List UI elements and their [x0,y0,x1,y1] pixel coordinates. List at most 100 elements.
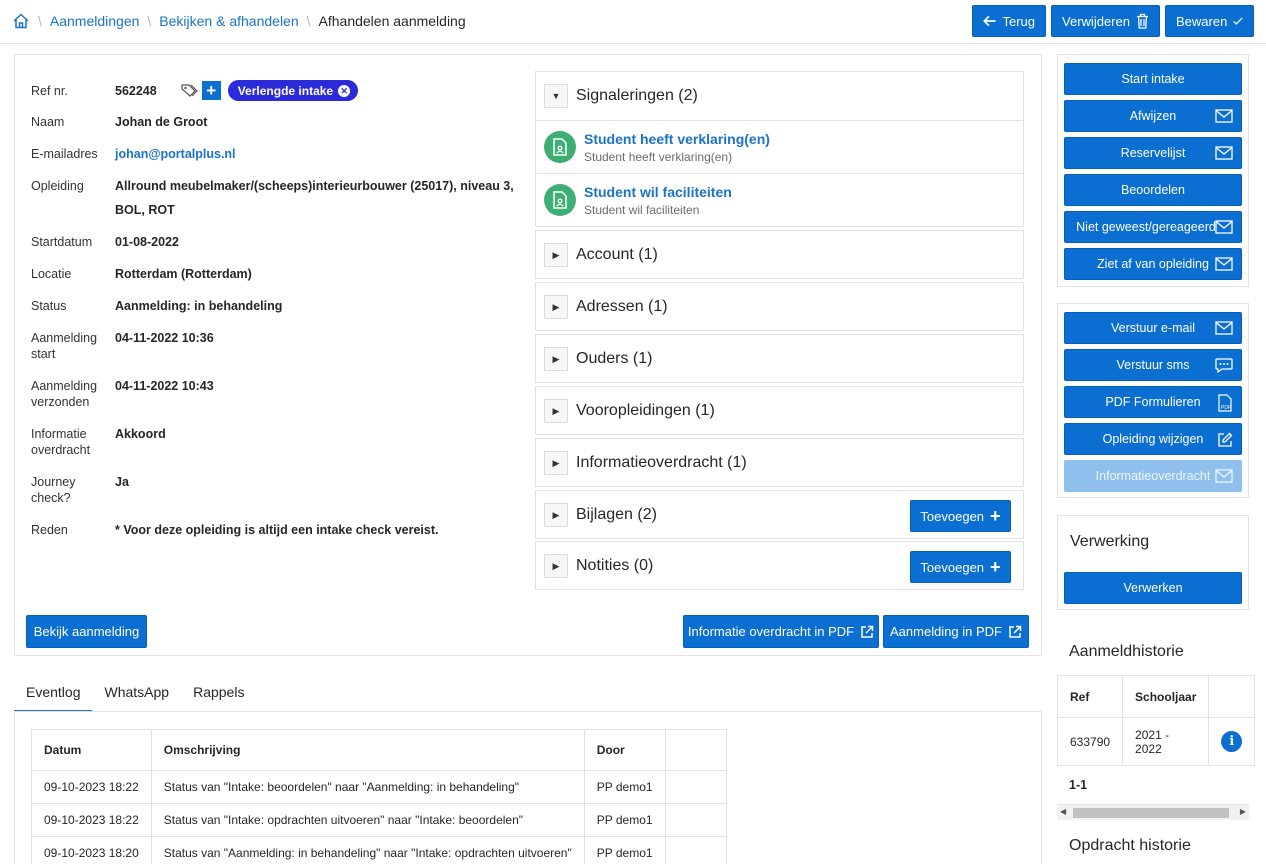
pdf-forms-button[interactable]: PDF Formulieren PDF [1064,386,1242,418]
reserve-list-button[interactable]: Reservelijst [1064,137,1242,169]
tab-eventlog[interactable]: Eventlog [14,676,93,712]
svg-text:PDF: PDF [1221,405,1231,411]
table-row: 09-10-2023 18:20 Status van "Aanmelding:… [31,836,727,864]
caret-right-icon: ▶ [544,399,568,423]
caret-right-icon: ▶ [544,243,568,267]
info-row-naam: Naam Johan de Groot [31,115,208,129]
table-row: 09-10-2023 18:22 Status van "Intake: beo… [31,770,727,804]
info-row-opleiding: Opleiding Allround meubelmaker/(scheeps)… [31,179,514,217]
caret-right-icon: ▶ [544,451,568,475]
check-icon [1233,17,1243,25]
accordion-bijlagen[interactable]: ▶ Bijlagen (2) Toevoegen + [535,490,1024,539]
scroll-right-icon[interactable]: ▶ [1240,807,1246,816]
process-button[interactable]: Verwerken [1064,572,1242,604]
trash-icon [1136,13,1148,29]
accordion-informatieoverdracht[interactable]: ▶ Informatieoverdracht (1) [535,438,1024,487]
view-registration-button[interactable]: Bekijk aanmelding [26,615,147,648]
assess-button[interactable]: Beoordelen [1064,174,1242,206]
signal-link[interactable]: Student heeft verklaring(en) [584,131,770,147]
info-row-status: Status Aanmelding: in behandeling [31,299,283,313]
caret-right-icon: ▶ [544,347,568,371]
pdf-icon: PDF [1218,394,1232,412]
accordion-adressen[interactable]: ▶ Adressen (1) [535,282,1024,331]
tab-whatsapp[interactable]: WhatsApp [92,676,181,712]
scrollbar-thumb[interactable] [1073,808,1229,818]
breadcrumb-aanmeldingen[interactable]: Aanmeldingen [50,13,140,29]
reject-button[interactable]: Afwijzen [1064,100,1242,132]
badge-close-icon[interactable]: ✕ [338,84,351,97]
info-row-reden: Reden * Voor deze opleiding is altijd ee… [31,523,439,537]
info-icon[interactable]: i [1221,731,1243,752]
signal-link[interactable]: Student wil faciliteiten [584,184,732,200]
email-link[interactable]: johan@portalplus.nl [115,146,236,162]
pagination: 1-1 [1069,778,1088,792]
breadcrumb: \ Aanmeldingen \ Bekijken & afhandelen \… [12,12,466,30]
accordion-notities[interactable]: ▶ Notities (0) Toevoegen + [535,541,1024,590]
add-note-button[interactable]: Toevoegen + [910,551,1011,583]
top-bar: \ Aanmeldingen \ Bekijken & afhandelen \… [0,0,1266,44]
chat-icon [1215,358,1233,373]
mail-icon [1215,321,1233,335]
add-attachment-button[interactable]: Toevoegen + [910,500,1011,532]
start-intake-button[interactable]: Start intake [1064,63,1242,95]
send-email-button[interactable]: Verstuur e-mail [1064,312,1242,344]
eventlog-table: Datum Omschrijving Door 09-10-2023 18:22… [31,729,727,864]
processing-title: Verwerking [1070,533,1150,550]
change-study-button[interactable]: Opleiding wijzigen [1064,423,1242,455]
history-table: Ref Schooljaar 633790 2021 -2022 i [1056,675,1256,766]
mail-icon [1215,109,1233,123]
accordion-account[interactable]: ▶ Account (1) [535,230,1024,279]
horizontal-scrollbar[interactable]: ◀ ▶ [1057,804,1249,820]
breadcrumb-bekijken[interactable]: Bekijken & afhandelen [159,13,298,29]
send-sms-button[interactable]: Verstuur sms [1064,349,1242,381]
info-row-journey: Journey check? Ja [31,475,129,505]
history-title: Aanmeldhistorie [1069,643,1184,660]
info-row-email: E-mailadres johan@portalplus.nl [31,146,236,162]
no-show-button[interactable]: Niet geweest/gereageerd [1064,211,1242,243]
caret-right-icon: ▶ [544,554,568,578]
edit-icon [1218,432,1233,447]
add-tag-button[interactable]: + [201,81,221,100]
page-title: Afhandelen aanmelding [318,13,466,29]
document-icon [544,184,576,216]
caret-down-icon: ▼ [544,84,568,108]
info-row-locatie: Locatie Rotterdam (Rotterdam) [31,267,252,281]
scroll-left-icon[interactable]: ◀ [1060,807,1066,816]
tab-bar: Eventlog WhatsApp Rappels [14,676,256,712]
info-row-startdatum: Startdatum 01-08-2022 [31,235,179,249]
accordion-vooropleidingen[interactable]: ▶ Vooropleidingen (1) [535,386,1024,435]
assignment-history-title: Opdracht historie [1069,837,1191,854]
caret-right-icon: ▶ [544,503,568,527]
information-transfer-button: Informatieoverdracht [1064,460,1242,492]
signal-item: Student heeft verklaring(en) Student hee… [536,120,1023,173]
signal-item: Student wil faciliteiten Student wil fac… [536,173,1023,226]
home-icon[interactable] [12,12,30,30]
back-button[interactable]: Terug [972,5,1046,37]
caret-right-icon: ▶ [544,295,568,319]
status-badge: Verlengde intake ✕ [227,80,359,101]
table-row: 09-10-2023 18:22 Status van "Intake: opd… [31,803,727,837]
document-icon [544,131,576,163]
accordion-header-signaleringen[interactable]: ▼ Signaleringen (2) [536,72,1023,120]
external-link-icon [861,625,874,638]
ref-row: Ref nr. 562248 + Verlengde intake ✕ [31,80,359,101]
accordion-signaleringen: ▼ Signaleringen (2) Student heeft verkla… [535,71,1024,227]
delete-button[interactable]: Verwijderen [1051,5,1160,37]
info-row-aanmelding-verzonden: Aanmelding verzonden 04-11-2022 10:43 [31,379,214,409]
info-row-informatie-overdracht: Informatie overdracht Akkoord [31,427,166,457]
toolbar: Terug Verwijderen Bewaren [972,5,1254,37]
mail-icon [1215,146,1233,160]
arrow-left-icon [983,15,996,27]
info-row-aanmelding-start: Aanmelding start 04-11-2022 10:36 [31,331,214,361]
tab-rappels[interactable]: Rappels [181,676,256,712]
plus-icon: + [990,506,1001,526]
withdraw-button[interactable]: Ziet af van opleiding [1064,248,1242,280]
accordion-ouders[interactable]: ▶ Ouders (1) [535,334,1024,383]
tag-icon[interactable] [181,83,199,99]
info-pdf-button[interactable]: Informatie overdracht in PDF [683,615,879,648]
external-link-icon [1009,625,1022,638]
save-button[interactable]: Bewaren [1165,5,1254,37]
mail-icon [1215,469,1233,483]
mail-icon [1215,220,1233,234]
registration-pdf-button[interactable]: Aanmelding in PDF [883,615,1029,648]
